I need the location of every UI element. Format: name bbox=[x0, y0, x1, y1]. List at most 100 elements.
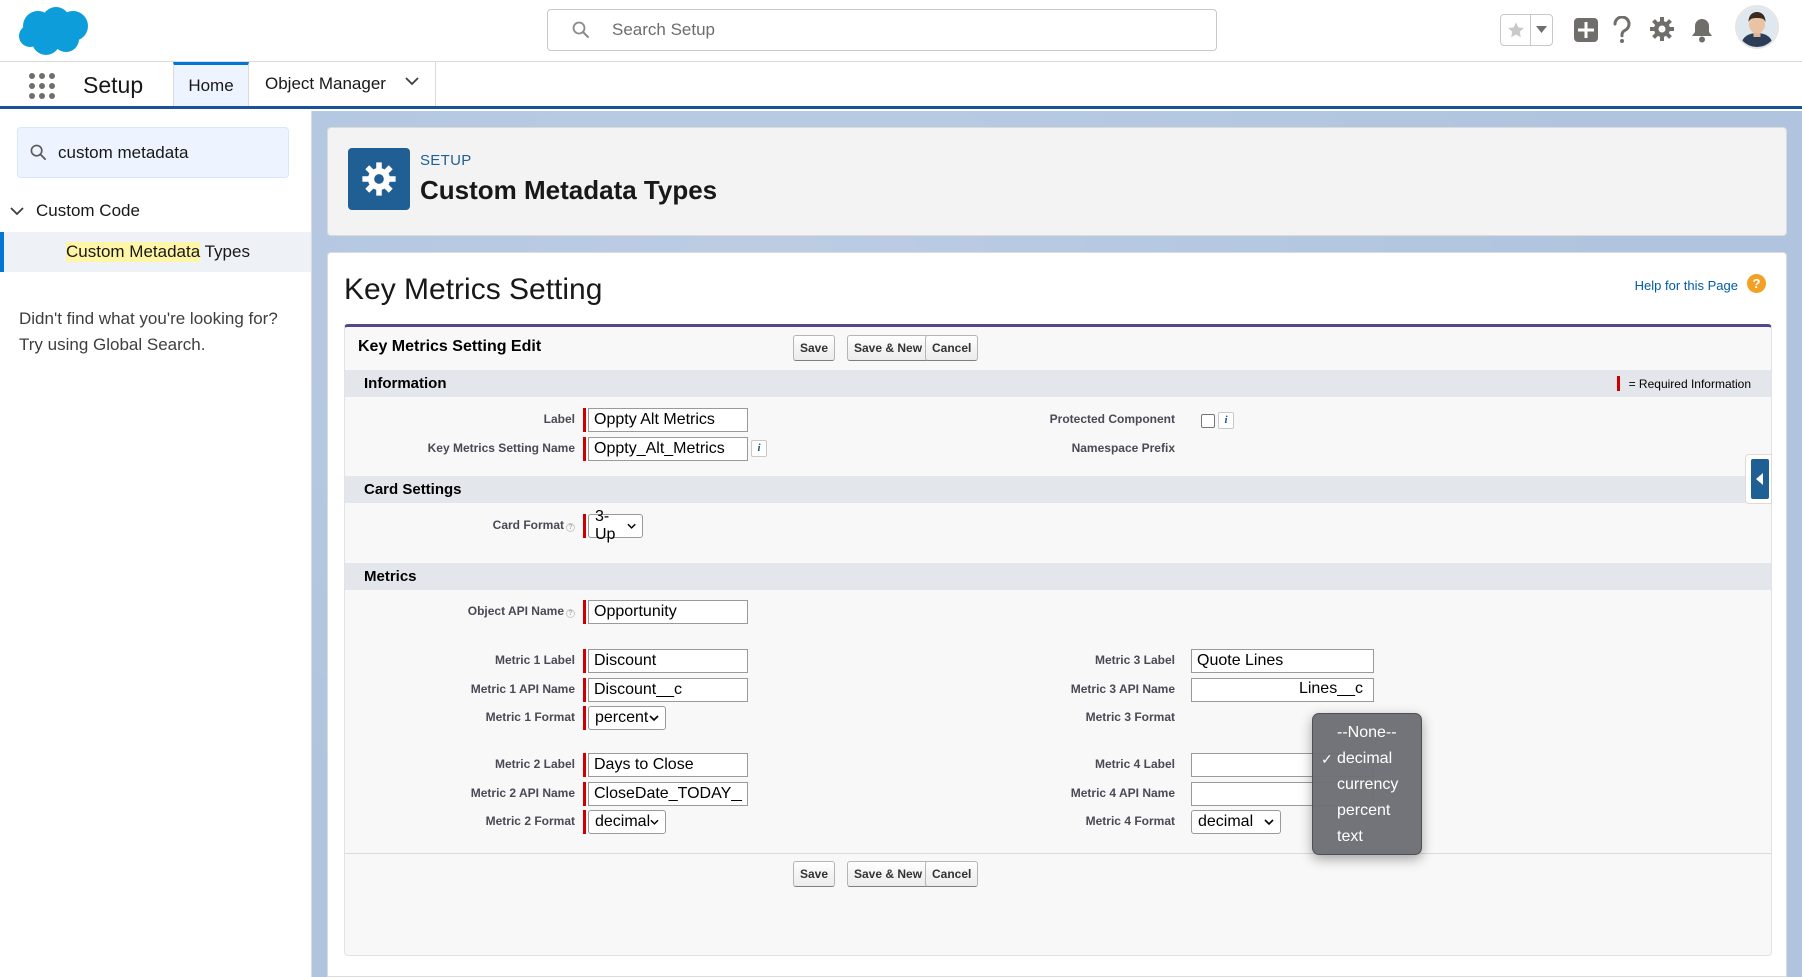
salesforce-logo-icon[interactable] bbox=[18, 6, 92, 56]
save-button-top[interactable]: Save bbox=[793, 335, 836, 361]
page-title: Key Metrics Setting bbox=[344, 273, 603, 306]
dropdown-option-label: --None-- bbox=[1337, 724, 1397, 741]
tab-home[interactable]: Home bbox=[173, 62, 249, 106]
label-field-label: Label bbox=[543, 412, 575, 426]
chevron-down-icon[interactable] bbox=[405, 77, 419, 86]
search-icon bbox=[30, 144, 47, 161]
favorites-list-button[interactable] bbox=[1531, 15, 1552, 45]
protected-component-checkbox[interactable] bbox=[1201, 414, 1215, 428]
metric-4-label-label: Metric 4 Label bbox=[1094, 757, 1175, 771]
metric-4-api-name-label: Metric 4 API Name bbox=[1070, 786, 1175, 800]
gear-icon bbox=[362, 162, 396, 196]
save-new-button-bottom[interactable]: Save & New bbox=[847, 861, 930, 887]
metric-2-label-input[interactable] bbox=[588, 753, 748, 777]
sidebar-item-custom-metadata-types[interactable]: Custom Metadata Types bbox=[0, 232, 311, 272]
not-found-line-2: Try using Global Search. bbox=[19, 335, 206, 354]
metric-4-format-value: decimal bbox=[1198, 813, 1254, 830]
section-card-settings: Card Settings bbox=[345, 476, 1771, 503]
metric-1-api-name-label: Metric 1 API Name bbox=[470, 682, 575, 696]
info-icon[interactable]: i bbox=[751, 440, 767, 457]
section-title: Card Settings bbox=[364, 481, 462, 498]
tab-object-manager[interactable]: Object Manager bbox=[250, 62, 436, 106]
metric-3-label-label: Metric 3 Label bbox=[1094, 653, 1175, 667]
required-marker bbox=[583, 678, 586, 702]
card-format-label: Card Format? bbox=[345, 518, 575, 532]
metric-1-label-input[interactable] bbox=[588, 649, 748, 673]
user-avatar[interactable] bbox=[1735, 5, 1779, 49]
bell-icon[interactable] bbox=[1690, 17, 1714, 43]
favorites-button-group[interactable] bbox=[1500, 14, 1553, 46]
sidebar-item-label-rest: Types bbox=[200, 242, 250, 261]
object-api-name-input[interactable] bbox=[588, 600, 748, 624]
search-icon bbox=[572, 21, 589, 38]
star-icon bbox=[1507, 22, 1524, 38]
help-icon[interactable] bbox=[1612, 16, 1632, 44]
save-new-button-top[interactable]: Save & New bbox=[847, 335, 930, 361]
metric-2-format-select[interactable]: decimal bbox=[588, 810, 666, 834]
tree-group-custom-code[interactable]: Custom Code bbox=[10, 201, 140, 221]
card-format-select[interactable]: 3-Up bbox=[588, 508, 643, 543]
tree-group-label: Custom Code bbox=[36, 201, 140, 220]
section-metrics: Metrics bbox=[345, 563, 1771, 590]
gear-icon[interactable] bbox=[1649, 16, 1675, 42]
dropdown-option-currency[interactable]: currency bbox=[1313, 772, 1421, 798]
quick-find-input[interactable] bbox=[58, 140, 278, 166]
required-marker bbox=[1616, 376, 1620, 391]
name-input[interactable] bbox=[588, 437, 748, 461]
save-button-bottom[interactable]: Save bbox=[793, 861, 836, 887]
cancel-button-top[interactable]: Cancel bbox=[925, 335, 979, 361]
edit-form: Key Metrics Setting Edit Save Save & New… bbox=[344, 324, 1772, 956]
metric-2-format-value: decimal bbox=[595, 813, 651, 830]
name-field-label: Key Metrics Setting Name bbox=[427, 441, 575, 455]
required-legend: = Required Information bbox=[1616, 376, 1751, 391]
label-input[interactable] bbox=[588, 408, 748, 432]
dropdown-option-decimal[interactable]: ✓ decimal bbox=[1313, 746, 1421, 772]
chevron-down-icon bbox=[1264, 818, 1274, 825]
help-tip-icon[interactable]: ? bbox=[566, 523, 575, 532]
context-bar: Setup Home Object Manager bbox=[0, 62, 1802, 109]
dropdown-option-label: percent bbox=[1337, 802, 1391, 819]
required-marker bbox=[583, 514, 586, 538]
dropdown-option-percent[interactable]: percent bbox=[1313, 798, 1421, 824]
protected-component-label: Protected Component bbox=[1049, 412, 1175, 426]
dropdown-option-label: text bbox=[1337, 828, 1363, 845]
favorite-star-button[interactable] bbox=[1501, 15, 1531, 45]
chevron-down-icon bbox=[627, 523, 636, 529]
metric-2-label-label: Metric 2 Label bbox=[494, 757, 575, 771]
info-icon[interactable]: i bbox=[1218, 412, 1234, 429]
metric-1-api-name-input[interactable] bbox=[588, 678, 748, 702]
metric-3-api-name-input[interactable]: Lines__c bbox=[1191, 678, 1374, 702]
dropdown-option-label: currency bbox=[1337, 776, 1399, 793]
help-for-this-page-link[interactable]: Help for this Page bbox=[1635, 278, 1738, 293]
dropdown-option-none[interactable]: --None-- bbox=[1313, 720, 1421, 746]
cancel-button-bottom[interactable]: Cancel bbox=[925, 861, 979, 887]
metric-3-format-dropdown[interactable]: --None-- ✓ decimal currency percent text bbox=[1312, 713, 1422, 855]
page-eyebrow: SETUP bbox=[420, 152, 472, 169]
quick-find-box[interactable] bbox=[17, 127, 289, 178]
app-launcher-icon[interactable] bbox=[28, 72, 56, 100]
setup-panel-toggle[interactable] bbox=[1745, 454, 1772, 504]
metric-2-format-label: Metric 2 Format bbox=[485, 814, 575, 828]
metric-1-format-select[interactable]: percent bbox=[588, 706, 666, 730]
setup-page-header: SETUP Custom Metadata Types bbox=[327, 127, 1787, 236]
namespace-prefix-label: Namespace Prefix bbox=[1071, 441, 1175, 455]
setup-gear-tile bbox=[348, 148, 410, 210]
dropdown-option-text[interactable]: text bbox=[1313, 824, 1421, 850]
collapse-handle bbox=[1751, 459, 1769, 499]
metric-1-format-label: Metric 1 Format bbox=[485, 710, 575, 724]
global-search-input[interactable] bbox=[612, 18, 1172, 42]
metric-2-api-name-label: Metric 2 API Name bbox=[470, 786, 575, 800]
metric-2-api-name-input[interactable] bbox=[588, 782, 748, 806]
object-api-name-label-text: Object API Name bbox=[467, 604, 564, 618]
required-marker bbox=[583, 782, 586, 806]
metric-3-api-name-label: Metric 3 API Name bbox=[1070, 682, 1175, 696]
help-circle-icon[interactable]: ? bbox=[1747, 274, 1766, 293]
global-actions-add-icon[interactable] bbox=[1573, 17, 1599, 43]
help-tip-icon[interactable]: ? bbox=[566, 609, 575, 618]
section-title: Information bbox=[364, 375, 447, 392]
metric-3-label-input[interactable] bbox=[1191, 649, 1374, 673]
section-information: Information = Required Information bbox=[345, 370, 1771, 397]
required-marker bbox=[583, 810, 586, 834]
metric-4-format-select[interactable]: decimal bbox=[1191, 810, 1281, 834]
global-search-box[interactable] bbox=[547, 9, 1217, 51]
